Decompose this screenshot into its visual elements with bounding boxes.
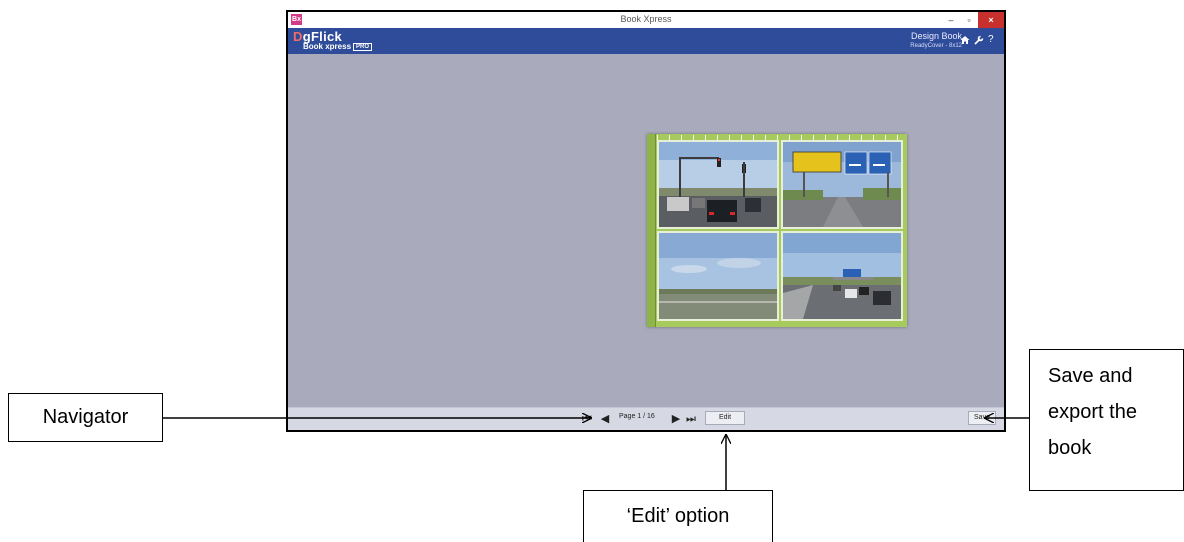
window-controls: – ▫ × <box>942 12 1004 28</box>
restore-button[interactable]: ▫ <box>960 12 978 28</box>
photo-highway-road-signs[interactable] <box>781 140 903 229</box>
book-page[interactable] <box>647 134 907 327</box>
close-button[interactable]: × <box>978 12 1004 28</box>
title-bar: Bx Book Xpress – ▫ × <box>288 12 1004 29</box>
previous-page-button[interactable]: ◀ <box>598 412 612 426</box>
save-callout-line-2: export the <box>1048 401 1137 423</box>
logo-letter: D <box>293 29 303 44</box>
pro-badge: PRO <box>353 43 373 51</box>
logo: DgFlick Book xpress PRO <box>293 29 373 52</box>
page-indicator: Page 1 / 16 <box>619 413 655 420</box>
bottom-toolbar: ⏮ ◀ Page 1 / 16 ▶ ⏭ Edit Save <box>288 407 1004 430</box>
help-icon[interactable]: ? <box>988 35 998 45</box>
book-xpress-window: Bx Book Xpress – ▫ × DgFlick Book xpress… <box>286 10 1006 432</box>
photo-open-field-sky[interactable] <box>657 231 779 321</box>
last-page-button[interactable]: ⏭ <box>684 412 698 426</box>
logo-subtitle: Book xpress <box>303 42 352 52</box>
save-button[interactable]: Save <box>968 411 996 425</box>
app-header: DgFlick Book xpress PRO Design Book Ready… <box>288 28 1004 54</box>
cover-info: ReadyCover - 8x12 <box>910 43 962 49</box>
window-title: Book Xpress <box>620 14 672 24</box>
save-callout-line-1: Save and <box>1048 365 1133 387</box>
edit-option-callout: ‘Edit’ option <box>583 490 773 542</box>
first-page-button[interactable]: ⏮ <box>580 412 594 426</box>
book-binding <box>647 134 656 327</box>
minimize-button[interactable]: – <box>942 12 960 28</box>
save-export-callout: Save and export the book <box>1029 349 1184 491</box>
photo-highway-overpass[interactable] <box>781 231 903 321</box>
edit-button[interactable]: Edit <box>705 411 745 425</box>
home-icon[interactable] <box>960 35 970 45</box>
next-page-button[interactable]: ▶ <box>669 412 683 426</box>
save-callout-line-3: book <box>1048 437 1092 459</box>
wrench-icon[interactable] <box>974 35 984 45</box>
header-icons: ? <box>960 35 998 45</box>
mode-title: Design Book <box>910 31 962 41</box>
navigator-callout: Navigator <box>8 393 163 442</box>
design-mode-info: Design Book ReadyCover - 8x12 <box>910 31 962 49</box>
photo-highway-traffic-lights[interactable] <box>657 140 779 229</box>
